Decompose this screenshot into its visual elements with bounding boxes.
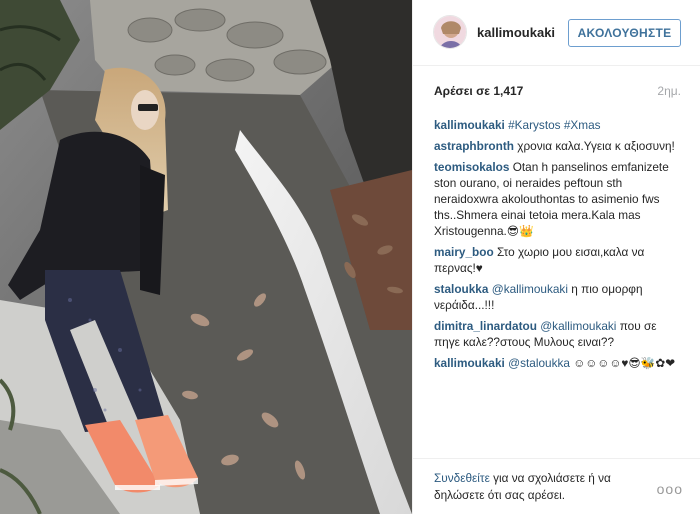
comment-item: astraphbronth χρονια καλα.Υγεια κ αξιοσυ… (434, 138, 679, 154)
post-footer: Συνδεθείτε για να σχολιάσετε ή να δηλώσε… (413, 458, 700, 514)
post-photo-image (0, 0, 412, 514)
post-header: kallimoukaki ΑΚΟΛΟΥΘΗΣΤΕ (413, 0, 700, 66)
comment-username[interactable]: kallimoukaki (434, 118, 505, 132)
post-photo[interactable] (0, 0, 412, 514)
comment-text: χρονια καλα.Υγεια κ αξιοσυνη! (517, 139, 675, 153)
comment-item: staloukka @kallimoukaki η πιο ομορφη νερ… (434, 281, 679, 313)
login-link[interactable]: Συνδεθείτε (434, 471, 490, 485)
login-prompt: Συνδεθείτε για να σχολιάσετε ή να δηλώσε… (434, 470, 644, 504)
post-stats: Αρέσει σε 1,417 2ημ. (413, 66, 700, 110)
comment-username[interactable]: mairy_boo (434, 245, 494, 259)
mention-link[interactable]: @staloukka (508, 356, 570, 370)
post-time[interactable]: 2ημ. (657, 84, 681, 98)
comment-username[interactable]: staloukka (434, 282, 488, 296)
mention-link[interactable]: @kallimoukaki (492, 282, 568, 296)
comment-username[interactable]: kallimoukaki (434, 356, 505, 370)
profile-avatar[interactable] (433, 15, 467, 49)
comment-item: kallimoukaki #Karystos #Xmas (434, 117, 679, 133)
comment-item: dimitra_linardatou @kallimoukaki που σε … (434, 318, 679, 350)
hashtag-link[interactable]: #Karystos (508, 118, 560, 132)
comments-list: kallimoukaki #Karystos #Xmas astraphbront… (434, 117, 679, 376)
hashtag-link[interactable]: #Xmas (564, 118, 601, 132)
comment-item: mairy_boo Στο χωριο μου εισαι,καλα να πε… (434, 244, 679, 276)
comment-username[interactable]: dimitra_linardatou (434, 319, 537, 333)
comment-item: teomisokalos Otan h panselinos emfanizet… (434, 159, 679, 239)
comment-item: kallimoukaki @staloukka ☺☺☺☺♥😎🐝✿❤ (434, 355, 679, 371)
likes-count[interactable]: Αρέσει σε 1,417 (434, 84, 523, 98)
mention-link[interactable]: @kallimoukaki (540, 319, 616, 333)
comment-username[interactable]: teomisokalos (434, 160, 509, 174)
header-username[interactable]: kallimoukaki (477, 25, 555, 40)
ellipsis-icon[interactable]: ooo (657, 481, 683, 497)
comment-text: ☺☺☺☺♥😎🐝✿❤ (569, 356, 676, 370)
post-side-panel: kallimoukaki ΑΚΟΛΟΥΘΗΣΤΕ Αρέσει σε 1,417… (412, 0, 700, 514)
comment-username[interactable]: astraphbronth (434, 139, 514, 153)
avatar-image (434, 16, 466, 48)
follow-button[interactable]: ΑΚΟΛΟΥΘΗΣΤΕ (568, 19, 681, 47)
